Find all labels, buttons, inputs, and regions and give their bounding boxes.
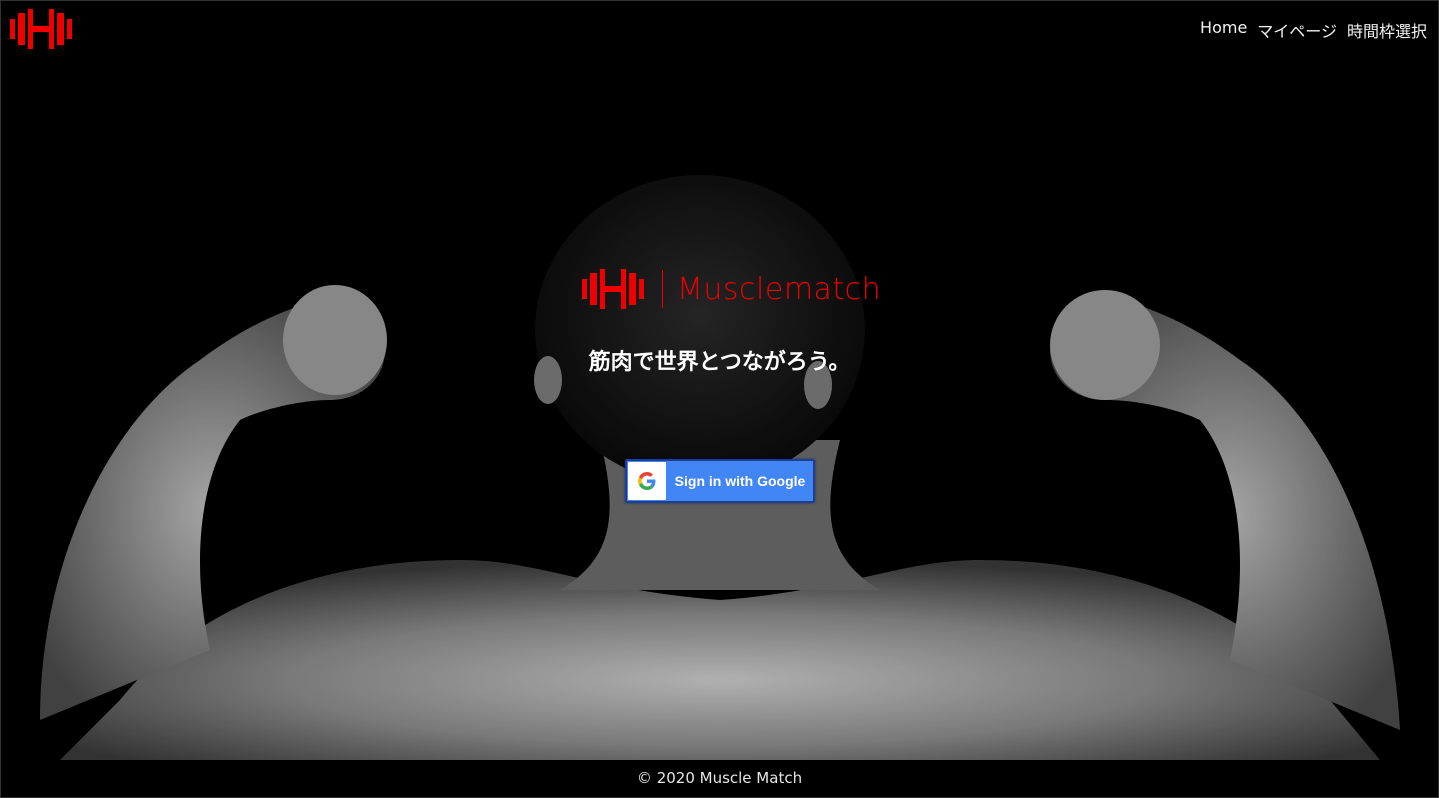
brand-divider: [662, 270, 663, 308]
google-signin-button[interactable]: Sign in with Google: [625, 459, 815, 503]
brand-name: Musclematch: [677, 271, 882, 307]
hero-tagline: 筋肉で世界とつながろう。: [588, 350, 851, 375]
nav-home-link[interactable]: Home: [1200, 18, 1247, 42]
google-signin-label: Sign in with Google: [674, 473, 806, 489]
brand-lockup: Musclematch: [582, 268, 881, 310]
hero-background: [0, 0, 1439, 760]
dumbbell-icon: [582, 269, 644, 309]
site-footer: © 2020 Muscle Match: [0, 760, 1439, 798]
nav-mypage-link[interactable]: マイページ: [1257, 18, 1337, 42]
flexing-man-photo: [0, 0, 1439, 760]
site-header: Home マイページ 時間枠選択: [0, 0, 1439, 58]
google-g-icon: [628, 462, 666, 500]
main-nav: Home マイページ 時間枠選択: [1200, 18, 1427, 42]
copyright-text: © 2020 Muscle Match: [636, 769, 803, 787]
dumbbell-logo-icon[interactable]: [10, 9, 72, 49]
nav-timeslot-link[interactable]: 時間枠選択: [1347, 18, 1427, 42]
